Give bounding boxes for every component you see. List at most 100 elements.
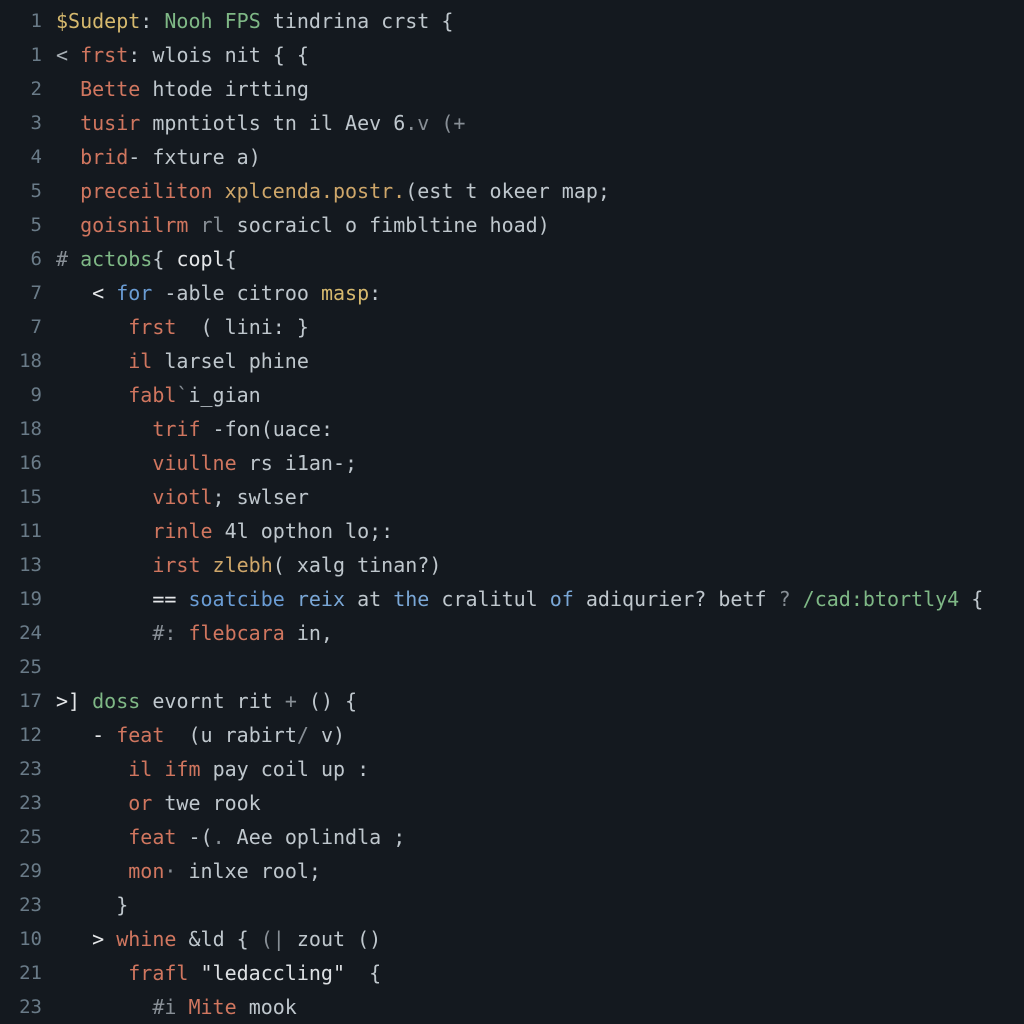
line-number: 1 [0, 38, 42, 72]
line-number: 5 [0, 174, 42, 208]
token: : [369, 281, 381, 305]
token: ?) [417, 553, 441, 577]
line-number: 6 [0, 242, 42, 276]
token: est [417, 179, 453, 203]
token: feat [128, 825, 176, 849]
token: masp [321, 281, 369, 305]
code-line[interactable]: Bette htode irtting [56, 72, 1024, 106]
code-line[interactable]: preceiliton xplcenda.postr.(est t okeer … [56, 174, 1024, 208]
token: il [128, 757, 152, 781]
token: (+ [441, 111, 465, 135]
token: mon [128, 859, 164, 883]
token: swlser [237, 485, 309, 509]
token: at [357, 587, 381, 611]
code-line[interactable]: > whine &ld { (| zout () [56, 922, 1024, 956]
line-number: 19 [0, 582, 42, 616]
code-line[interactable]: #: flebcara in, [56, 616, 1024, 650]
code-line[interactable]: } [56, 888, 1024, 922]
code-line[interactable]: or twe rook [56, 786, 1024, 820]
token: a) [225, 145, 261, 169]
code-line[interactable]: il ifm pay coil up : [56, 752, 1024, 786]
token: ( [261, 417, 273, 441]
token: -fon [213, 417, 261, 441]
code-line[interactable]: fabl`i_gian [56, 378, 1024, 412]
token: Aee [237, 825, 273, 849]
token [767, 587, 779, 611]
token [152, 281, 164, 305]
token: frst [128, 315, 176, 339]
token: frst [80, 43, 128, 67]
token: } [297, 315, 309, 339]
code-line[interactable]: # actobs{ copl{ [56, 242, 1024, 276]
token: o [333, 213, 369, 237]
token: feat [116, 723, 164, 747]
code-line[interactable]: rinle 4l opthon lo;: [56, 514, 1024, 548]
token [68, 247, 80, 271]
code-line[interactable]: < frst: wlois nit { { [56, 38, 1024, 72]
code-line[interactable]: tusir mpntiotls tn il Aev 6.v (+ [56, 106, 1024, 140]
token: { [225, 247, 237, 271]
code-line[interactable]: brid- fxture a) [56, 140, 1024, 174]
token: >] [56, 689, 80, 713]
token: rool [261, 859, 309, 883]
code-line[interactable]: frst ( lini: } [56, 310, 1024, 344]
token: socraicl [237, 213, 333, 237]
token: up [321, 757, 345, 781]
token: - [92, 723, 104, 747]
code-line[interactable]: irst zlebh( xalg tinan?) [56, 548, 1024, 582]
token: opthon [261, 519, 333, 543]
token: .v [405, 111, 429, 135]
token: == [152, 587, 176, 611]
code-line[interactable]: < for -able citroo masp: [56, 276, 1024, 310]
token [213, 77, 225, 101]
token: 6 [381, 111, 405, 135]
code-line[interactable]: il larsel phine [56, 344, 1024, 378]
token [104, 281, 116, 305]
token: rinle [152, 519, 212, 543]
token [237, 995, 249, 1019]
code-line[interactable]: viullne rs i1an-; [56, 446, 1024, 480]
token: reix [297, 587, 345, 611]
token: tn il [261, 111, 345, 135]
code-editor[interactable]: 1123455677189181615111319242517122323252… [0, 0, 1024, 1024]
token: cralitul [441, 587, 537, 611]
token [285, 587, 297, 611]
token [249, 757, 261, 781]
code-line[interactable]: goisnilrm rl socraicl o fimbltine hoad) [56, 208, 1024, 242]
code-line[interactable]: #i Mite mook [56, 990, 1024, 1024]
token: ( [273, 553, 285, 577]
token: viotl [152, 485, 212, 509]
token: for [116, 281, 152, 305]
line-number: 11 [0, 514, 42, 548]
token: uace [273, 417, 321, 441]
code-line[interactable]: viotl; swlser [56, 480, 1024, 514]
token: { [152, 247, 164, 271]
code-line[interactable]: frafl "ledaccling" { [56, 956, 1024, 990]
token: . [213, 825, 237, 849]
token: zout [297, 927, 345, 951]
token: () [345, 927, 381, 951]
code-line[interactable] [56, 650, 1024, 684]
token [574, 587, 586, 611]
token: FPS [225, 9, 261, 33]
token: : [345, 757, 369, 781]
token: &ld [188, 927, 224, 951]
token [152, 349, 164, 373]
token: il [128, 349, 152, 373]
code-line[interactable]: mon· inlxe rool; [56, 854, 1024, 888]
code-line[interactable]: >] doss evornt rit + () { [56, 684, 1024, 718]
code-line[interactable]: - feat (u rabirt/ v) [56, 718, 1024, 752]
token [140, 77, 152, 101]
line-number: 18 [0, 412, 42, 446]
code-line[interactable]: == soatcibe reix at the cralitul of adiq… [56, 582, 1024, 616]
token: ( [164, 723, 200, 747]
token [140, 689, 152, 713]
token [273, 825, 285, 849]
code-line[interactable]: feat -(. Aee oplindla ; [56, 820, 1024, 854]
token: nit [213, 43, 273, 67]
token: (| [261, 927, 285, 951]
token: -( [188, 825, 212, 849]
code-line[interactable]: $Sudept: Nooh FPS tindrina crst { [56, 4, 1024, 38]
code-area[interactable]: $Sudept: Nooh FPS tindrina crst {< frst:… [50, 4, 1024, 1024]
code-line[interactable]: trif -fon(uace: [56, 412, 1024, 446]
